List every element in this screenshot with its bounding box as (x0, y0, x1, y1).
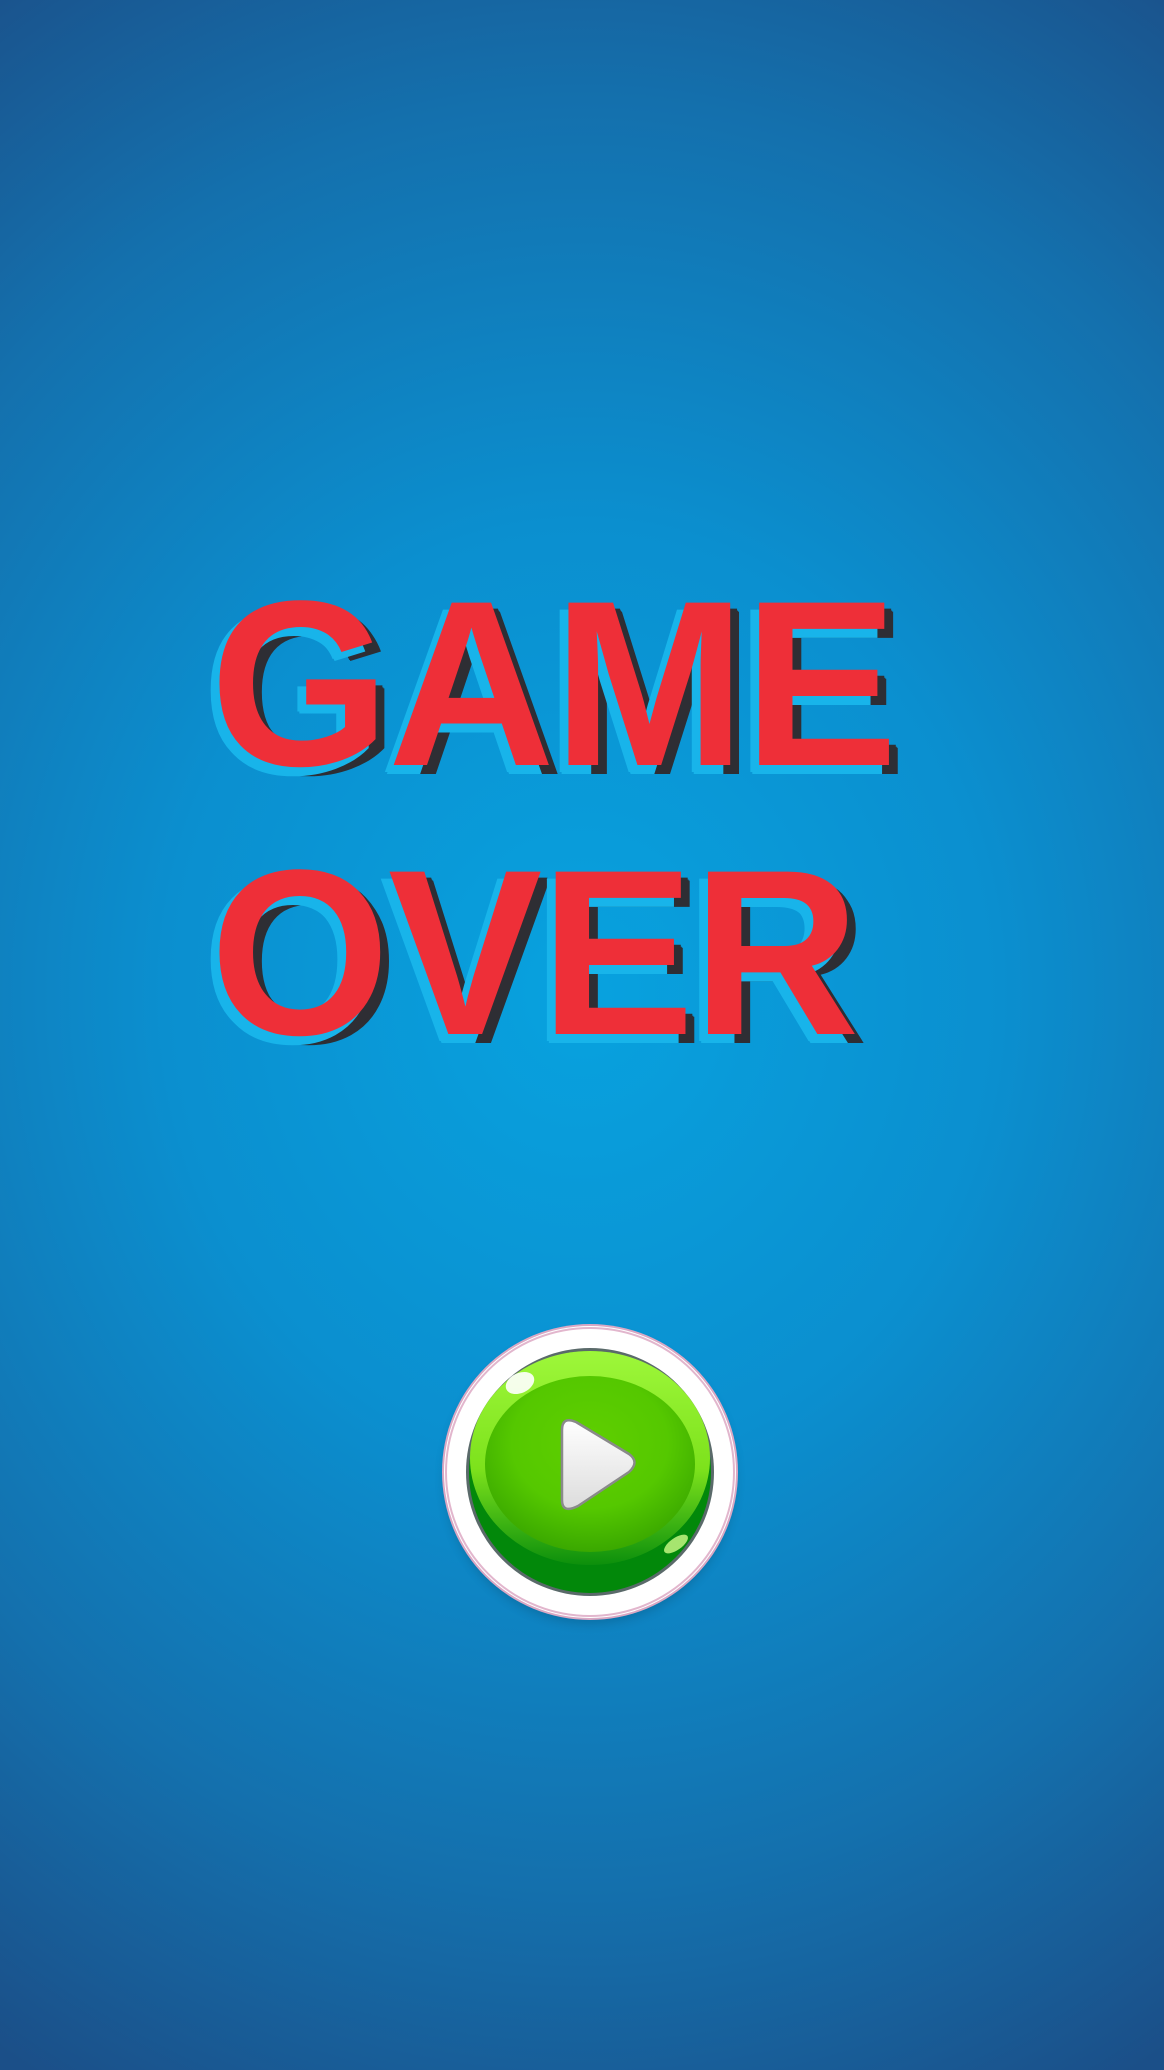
title-line-game: GAME (210, 552, 898, 816)
game-over-screen: GAME OVER (0, 0, 1164, 2070)
play-icon (445, 1327, 735, 1617)
play-again-button[interactable] (444, 1326, 736, 1618)
title-line-over: OVER (210, 821, 860, 1085)
game-over-title: GAME OVER (0, 0, 1164, 1100)
